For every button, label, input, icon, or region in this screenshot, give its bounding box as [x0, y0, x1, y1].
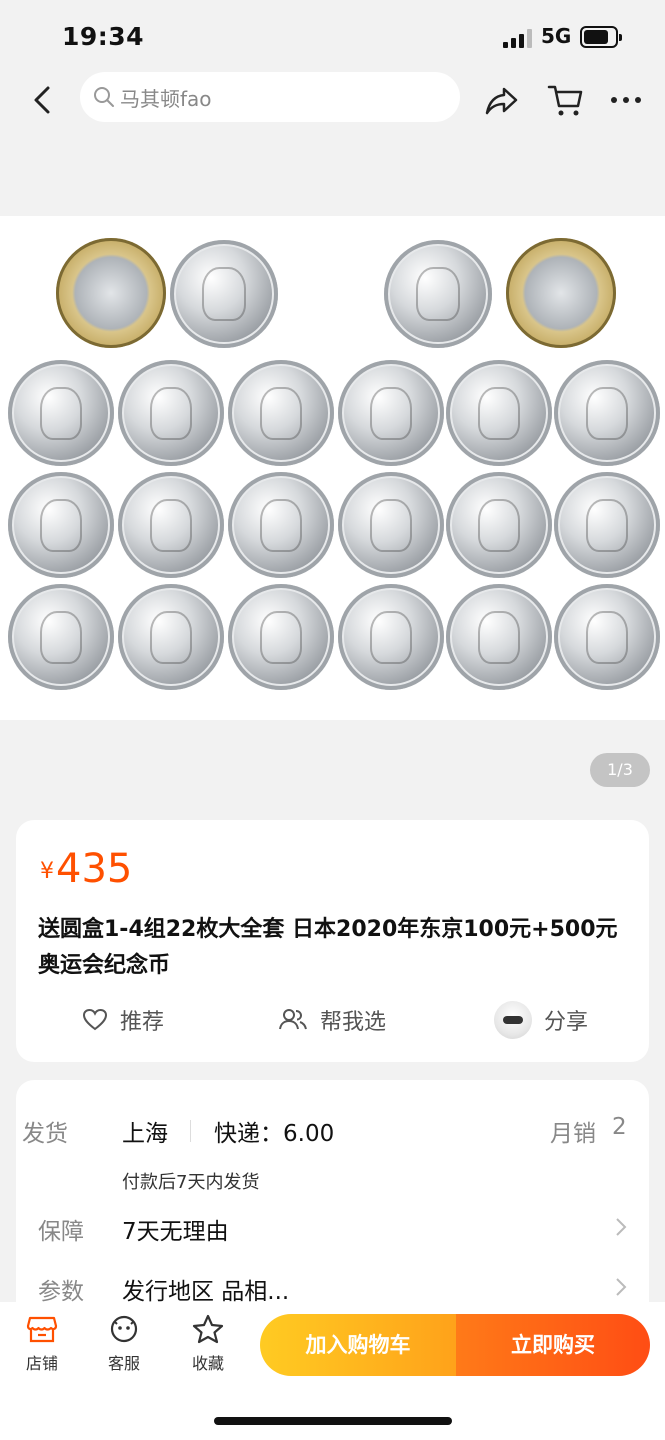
chevron-left-icon — [34, 86, 50, 114]
guarantee-label: 保障 — [38, 1219, 84, 1245]
help-choose-label: 帮我选 — [320, 1010, 387, 1035]
coin-image — [338, 360, 444, 466]
coin-image — [170, 240, 278, 348]
shipping-label: 发货 — [22, 1121, 68, 1147]
search-bar[interactable] — [80, 72, 460, 122]
cart-icon — [547, 85, 583, 116]
star-icon — [192, 1314, 224, 1344]
recommend-button[interactable]: 推荐 — [82, 1000, 164, 1040]
coin-image — [554, 472, 660, 578]
price-value: 435 — [56, 846, 133, 892]
search-icon — [94, 87, 114, 107]
help-choose-button[interactable]: 帮我选 — [278, 1000, 386, 1040]
coin-image — [118, 472, 224, 578]
service-label: 客服 — [107, 1354, 140, 1373]
chevron-right-icon — [616, 1218, 627, 1236]
favorite-tab[interactable]: 收藏 — [178, 1314, 238, 1374]
coin-image — [118, 360, 224, 466]
currency-symbol: ¥ — [40, 859, 54, 884]
shipping-fee: 快递：6.00 — [214, 1121, 335, 1147]
product-price: ¥435 — [40, 846, 132, 892]
buy-now-button[interactable]: 立即购买 — [456, 1314, 650, 1376]
people-icon — [279, 1009, 307, 1030]
status-bar: 19:34 5G — [0, 0, 665, 72]
home-indicator — [214, 1417, 452, 1425]
shipping-origin: 上海 — [122, 1121, 168, 1147]
coin-image — [118, 584, 224, 690]
customer-service-tab[interactable]: 客服 — [94, 1314, 154, 1374]
store-tab[interactable]: 店铺 — [12, 1314, 72, 1374]
more-icon — [611, 97, 641, 103]
share-icon — [485, 87, 518, 115]
store-label: 店铺 — [25, 1354, 58, 1373]
coin-image — [446, 584, 552, 690]
image-pager: 1/3 — [590, 753, 650, 787]
monthly-sales-count: 2 — [612, 1114, 627, 1140]
product-image-gallery[interactable] — [0, 216, 665, 720]
divider — [190, 1120, 191, 1142]
coin-image — [228, 472, 334, 578]
network-type: 5G — [541, 24, 572, 48]
coin-image — [8, 360, 114, 466]
mascot-avatar-icon — [494, 1001, 532, 1039]
share-label: 分享 — [544, 1010, 589, 1035]
params-value: 发行地区 品相... — [122, 1279, 290, 1305]
coin-image — [554, 360, 660, 466]
coin-image — [56, 238, 166, 348]
recommend-label: 推荐 — [120, 1010, 165, 1035]
signal-icon — [503, 28, 535, 48]
guarantee-value: 7天无理由 — [122, 1219, 229, 1245]
cart-button[interactable] — [546, 80, 586, 120]
battery-icon — [580, 26, 622, 48]
share-action-button[interactable]: 分享 — [494, 1000, 588, 1040]
chat-bot-icon — [110, 1315, 138, 1343]
product-info-card: ¥435 送圆盒1-4组22枚大全套 日本2020年东京100元+500元奥运会… — [16, 820, 649, 1062]
coin-image — [228, 584, 334, 690]
add-to-cart-button[interactable]: 加入购物车 — [260, 1314, 456, 1376]
favorite-label: 收藏 — [191, 1354, 224, 1373]
product-title: 送圆盒1-4组22枚大全套 日本2020年东京100元+500元奥运会纪念币 — [38, 917, 618, 978]
monthly-sales-label: 月销 — [550, 1121, 596, 1147]
status-time: 19:34 — [62, 22, 145, 51]
coin-image — [554, 584, 660, 690]
coin-image — [446, 472, 552, 578]
coin-image — [338, 472, 444, 578]
chevron-right-icon — [616, 1278, 627, 1296]
coin-image — [446, 360, 552, 466]
coin-image — [228, 360, 334, 466]
params-label: 参数 — [38, 1279, 84, 1305]
coin-image — [506, 238, 616, 348]
coin-image — [384, 240, 492, 348]
store-icon — [26, 1316, 58, 1343]
search-input[interactable] — [120, 80, 440, 114]
coin-image — [8, 584, 114, 690]
coin-image — [338, 584, 444, 690]
heart-icon — [82, 1008, 108, 1031]
more-button[interactable] — [606, 80, 646, 120]
share-button[interactable] — [482, 80, 522, 120]
delivery-note: 付款后7天内发货 — [122, 1172, 260, 1193]
coin-image — [8, 472, 114, 578]
back-button[interactable] — [24, 80, 64, 120]
